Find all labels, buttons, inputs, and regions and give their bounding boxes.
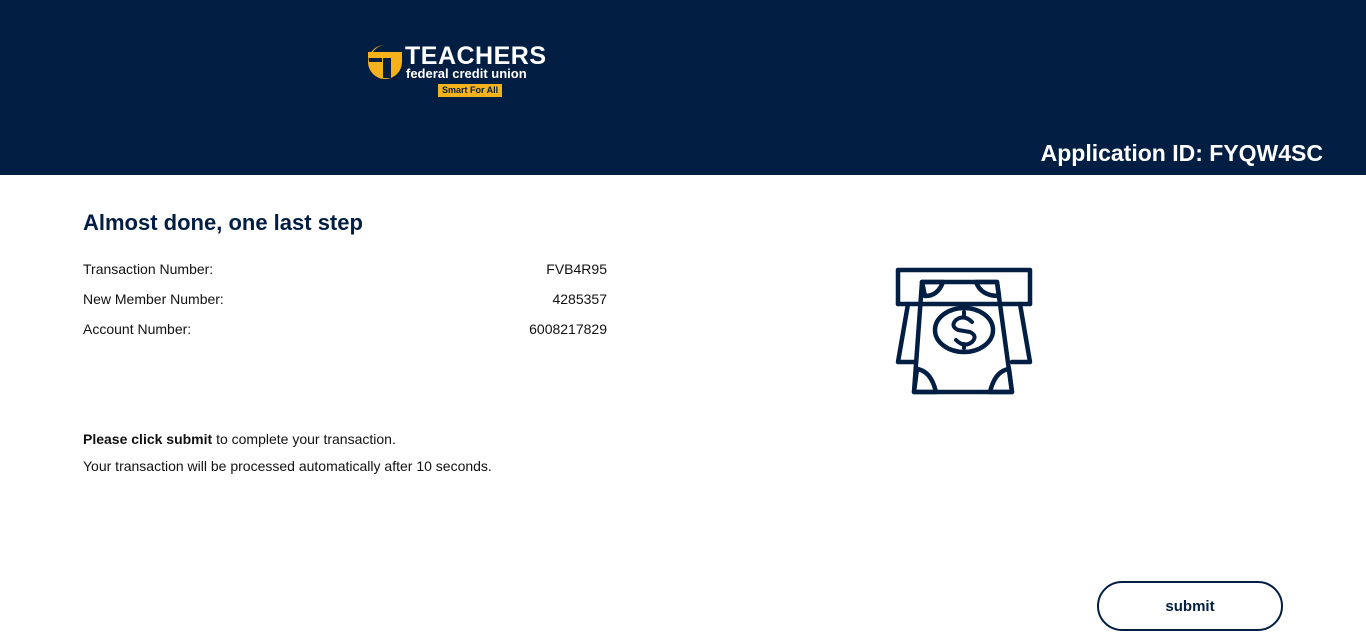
submit-button[interactable]: submit [1097,581,1283,631]
detail-row-transaction-number: Transaction Number: FVB4R95 [83,259,607,289]
detail-label: New Member Number: [83,291,224,307]
detail-row-account-number: Account Number: 6008217829 [83,319,607,349]
application-id: Application ID: FYQW4SC [1040,140,1323,166]
cash-withdrawal-icon [895,267,1033,395]
detail-value: 6008217829 [529,321,607,337]
logo-mark-icon [368,45,402,79]
transaction-details: Transaction Number: FVB4R95 New Member N… [83,259,607,349]
detail-value: 4285357 [552,291,607,307]
detail-value: FVB4R95 [546,261,607,277]
submit-instruction-rest: to complete your transaction. [212,431,396,447]
detail-label: Account Number: [83,321,192,337]
page-title: Almost done, one last step [83,210,363,235]
submit-instruction-bold: Please click submit [83,431,213,447]
auto-process-note: Your transaction will be processed autom… [83,458,492,474]
detail-row-member-number: New Member Number: 4285357 [83,289,607,319]
logo-tagline: Smart For All [438,84,503,97]
submit-instruction: Please click submit to complete your tra… [83,430,492,448]
page-header: TEACHERS federal credit union Smart For … [0,0,1366,175]
logo-subtitle: federal credit union [406,66,527,81]
instructions: Please click submit to complete your tra… [83,430,492,484]
detail-label: Transaction Number: [83,261,214,277]
teachers-fcu-logo[interactable]: TEACHERS federal credit union Smart For … [367,43,547,100]
